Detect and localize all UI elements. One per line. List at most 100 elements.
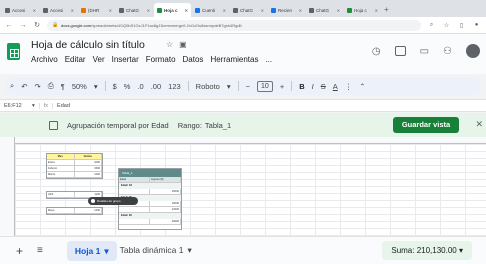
document-title[interactable]: Hoja de cálculo sin título [31, 39, 145, 51]
menu-more[interactable]: ... [265, 55, 272, 64]
name-box[interactable]: E6:F12 [0, 103, 28, 109]
bold-button[interactable]: B [299, 82, 304, 91]
bookmark-star-icon[interactable]: ☆ [442, 22, 451, 29]
browser-tab[interactable]: ChatG ✕ [230, 3, 267, 17]
text-color-button[interactable]: A [333, 82, 338, 91]
table-row: Mayo 1400 [47, 208, 102, 214]
collapse-toolbar-icon[interactable]: ⌃ [359, 82, 365, 91]
close-icon[interactable]: ✕ [71, 8, 74, 13]
close-icon[interactable]: ✕ [33, 8, 36, 13]
redo-icon[interactable]: ↷ [35, 82, 41, 91]
add-sheet-button[interactable]: + [16, 244, 23, 258]
menu-formato[interactable]: Formato [146, 55, 176, 64]
pivot-header-cell[interactable]: Ingreso ($) [150, 177, 181, 183]
sidebar-icon[interactable]: ▯ [457, 22, 466, 29]
all-sheets-menu-icon[interactable]: ≡ [37, 245, 43, 256]
paint-format-icon[interactable]: ¶ [61, 82, 65, 91]
zoom-icon[interactable]: ⌕ [427, 22, 436, 29]
pivot-cell[interactable]: 20000 [150, 219, 181, 225]
range-label: Rango: [177, 120, 202, 130]
close-icon[interactable]: ✕ [223, 8, 226, 13]
spreadsheet-grid[interactable]: Mes Ventas Enero 1000 Febrero 1500 Marzo… [0, 137, 486, 236]
star-icon[interactable]: ☆ [166, 40, 173, 49]
third-data-table[interactable]: Mayo 1400 [46, 207, 103, 215]
history-icon[interactable]: ◷ [372, 46, 381, 57]
formula-input[interactable]: Edad [57, 103, 70, 109]
zoom-select[interactable]: 50% [72, 82, 87, 91]
font-size-increase-button[interactable]: + [280, 82, 284, 91]
chevron-down-icon[interactable]: ▾ [94, 82, 98, 91]
table-cell[interactable]: Marzo [47, 172, 75, 178]
search-menus-icon[interactable]: ⌕ [10, 81, 14, 91]
table-cell[interactable]: Mayo [47, 208, 75, 214]
share-user-icon[interactable]: ⚇ [443, 46, 452, 57]
close-icon[interactable]: ✕ [475, 119, 483, 130]
avatar[interactable] [466, 44, 480, 58]
menu-editar[interactable]: Editar [65, 55, 86, 64]
new-tab-button[interactable]: + [382, 3, 391, 17]
browser-tab[interactable]: Recien ✕ [268, 3, 305, 17]
reload-icon[interactable]: ↻ [33, 21, 41, 29]
menu-archivo[interactable]: Archivo [31, 55, 58, 64]
browser-tab[interactable]: ChatG ✕ [116, 3, 153, 17]
sheets-logo-icon[interactable] [7, 43, 20, 60]
chevron-down-icon[interactable]: ▾ [187, 245, 191, 256]
url-field[interactable]: 🔒 docs.google.com/spreadsheets/d/1Q0bS1G… [47, 19, 421, 31]
chevron-down-icon[interactable]: ▾ [28, 103, 39, 109]
comments-icon[interactable] [394, 46, 406, 56]
column-headers[interactable] [0, 137, 486, 144]
move-folder-icon[interactable]: ▣ [179, 40, 187, 49]
browser-tab[interactable]: ChatG ✕ [306, 3, 343, 17]
more-options-icon[interactable]: ⋮ [345, 82, 353, 91]
decrease-decimals-button[interactable]: .0 [137, 82, 143, 91]
pivot-cell[interactable]: 12000 [150, 207, 181, 213]
browser-tab[interactable]: Accesi ✕ [40, 3, 77, 17]
sheet-tab-tabla-dinamica[interactable]: Tabla dinámica 1 ▾ [120, 245, 192, 256]
browser-tab[interactable]: Hoja c ✕ [344, 3, 381, 17]
close-icon[interactable]: ✕ [109, 8, 112, 13]
close-icon[interactable]: ✕ [261, 8, 264, 13]
profile-icon[interactable]: ● [472, 22, 481, 28]
close-icon[interactable]: ✕ [185, 8, 188, 13]
browser-tab[interactable]: Cuenti ✕ [192, 3, 229, 17]
table-cell[interactable]: Abril [47, 192, 75, 198]
pivot-cell[interactable]: 15000 [150, 189, 181, 195]
undo-icon[interactable]: ↶ [21, 82, 27, 91]
sum-indicator[interactable]: Suma: 210,130.00 ▾ [382, 241, 472, 260]
close-icon[interactable]: ✕ [337, 8, 340, 13]
sheet-tab-hoja-1[interactable]: Hoja 1 ▾ [66, 240, 117, 261]
forward-arrow-icon[interactable]: → [19, 22, 27, 29]
row-headers[interactable] [0, 137, 15, 236]
source-data-table[interactable]: Mes Ventas Enero 1000 Febrero 1500 Marzo… [46, 153, 103, 179]
save-view-button[interactable]: Guardar vista [393, 117, 459, 133]
table-cell[interactable]: 1200 [74, 172, 102, 178]
number-format-button[interactable]: 123 [168, 82, 181, 91]
chevron-down-icon[interactable]: ▾ [104, 241, 108, 261]
menu-datos[interactable]: Datos [183, 55, 204, 64]
browser-tab[interactable]: (DHR ✕ [78, 3, 115, 17]
chevron-down-icon[interactable]: ▾ [227, 82, 231, 91]
meet-icon[interactable]: ▭ [420, 46, 429, 57]
font-size-decrease-button[interactable]: − [246, 82, 250, 91]
close-icon[interactable]: ✕ [375, 8, 378, 13]
currency-format-button[interactable]: $ [113, 82, 117, 91]
browser-tab-active[interactable]: Hoja c ✕ [154, 3, 191, 17]
pivot-table-title[interactable]: Tabla_1 [119, 169, 181, 177]
increase-decimals-button[interactable]: .00 [151, 82, 161, 91]
menu-ver[interactable]: Ver [93, 55, 105, 64]
pivot-cell[interactable] [119, 219, 150, 225]
italic-button[interactable]: I [312, 82, 314, 91]
table-cell[interactable]: 1400 [74, 208, 102, 214]
font-family-select[interactable]: Roboto [196, 82, 220, 91]
menu-herramientas[interactable]: Herramientas [210, 55, 258, 64]
close-icon[interactable]: ✕ [147, 8, 150, 13]
strikethrough-button[interactable]: S [321, 82, 326, 91]
close-icon[interactable]: ✕ [299, 8, 302, 13]
font-size-input[interactable]: 10 [257, 80, 273, 92]
print-icon[interactable]: ⎙ [48, 81, 54, 91]
browser-tab[interactable]: Accesi ✕ [2, 3, 39, 17]
back-arrow-icon[interactable]: ← [5, 22, 13, 29]
percent-format-button[interactable]: % [124, 82, 131, 91]
group-details-tooltip[interactable]: Detalles de grupo [88, 197, 138, 205]
menu-insertar[interactable]: Insertar [112, 55, 139, 64]
